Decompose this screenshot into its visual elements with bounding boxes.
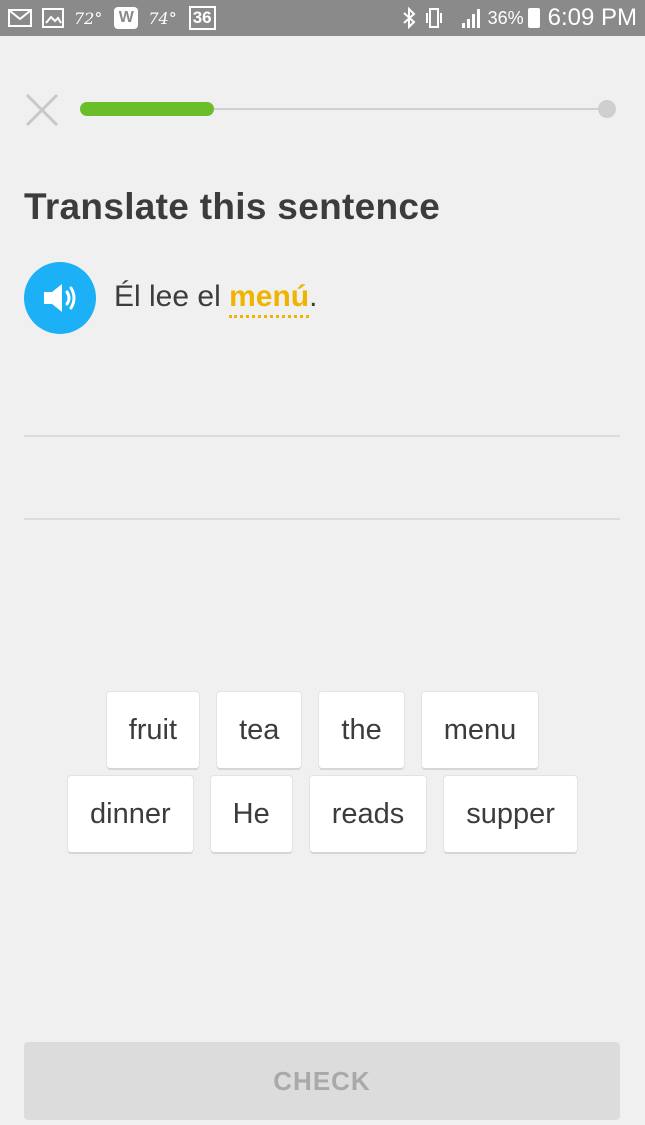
lesson-progress-bar [80,100,616,118]
word-tile-menu[interactable]: menu [421,692,539,768]
word-bank: fruit tea the menu dinner He reads suppe… [0,692,645,860]
word-bank-row-2: dinner He reads supper [0,776,645,852]
word-tile-fruit[interactable]: fruit [106,692,200,768]
sentence-text-before: Él lee el [114,280,230,313]
source-sentence: Él lee el menú. [114,280,318,318]
word-tile-tea[interactable]: tea [217,692,302,768]
word-tile-reads[interactable]: reads [309,776,427,852]
clock: 6:09 PM [547,4,637,31]
sentence-text-after: . [309,280,318,313]
vibrate-icon [425,7,442,29]
weather-w-icon: W [114,7,139,29]
word-bank-row-1: fruit tea the menu [0,692,645,768]
progress-fill [80,102,214,116]
gmail-icon [8,8,32,28]
signal-icon [461,8,482,28]
speaker-icon [44,284,76,312]
answer-line-2 [24,518,620,520]
battery-icon [527,8,540,28]
check-button[interactable]: CHECK [24,1042,620,1120]
word-tile-dinner[interactable]: dinner [68,776,193,852]
bluetooth-icon [402,7,416,29]
word-tile-supper[interactable]: supper [444,776,577,852]
battery-percent: 36% [487,7,524,28]
page-title: Translate this sentence [24,186,441,227]
temperature-2: 74° [148,8,177,28]
close-icon [25,93,59,127]
close-button[interactable] [24,92,60,128]
word-tile-he[interactable]: He [210,776,292,852]
play-audio-button[interactable] [24,262,96,334]
word-tile-the[interactable]: the [319,692,404,768]
answer-line-1 [24,435,620,437]
progress-end-dot [598,100,616,118]
image-icon [42,8,64,28]
hint-word[interactable]: menú [229,280,310,318]
status-bar: 72° W 74° 36 36% 6:09 PM [0,0,645,36]
calendar-badge: 36 [188,6,216,30]
temperature-1: 72° [74,8,103,28]
